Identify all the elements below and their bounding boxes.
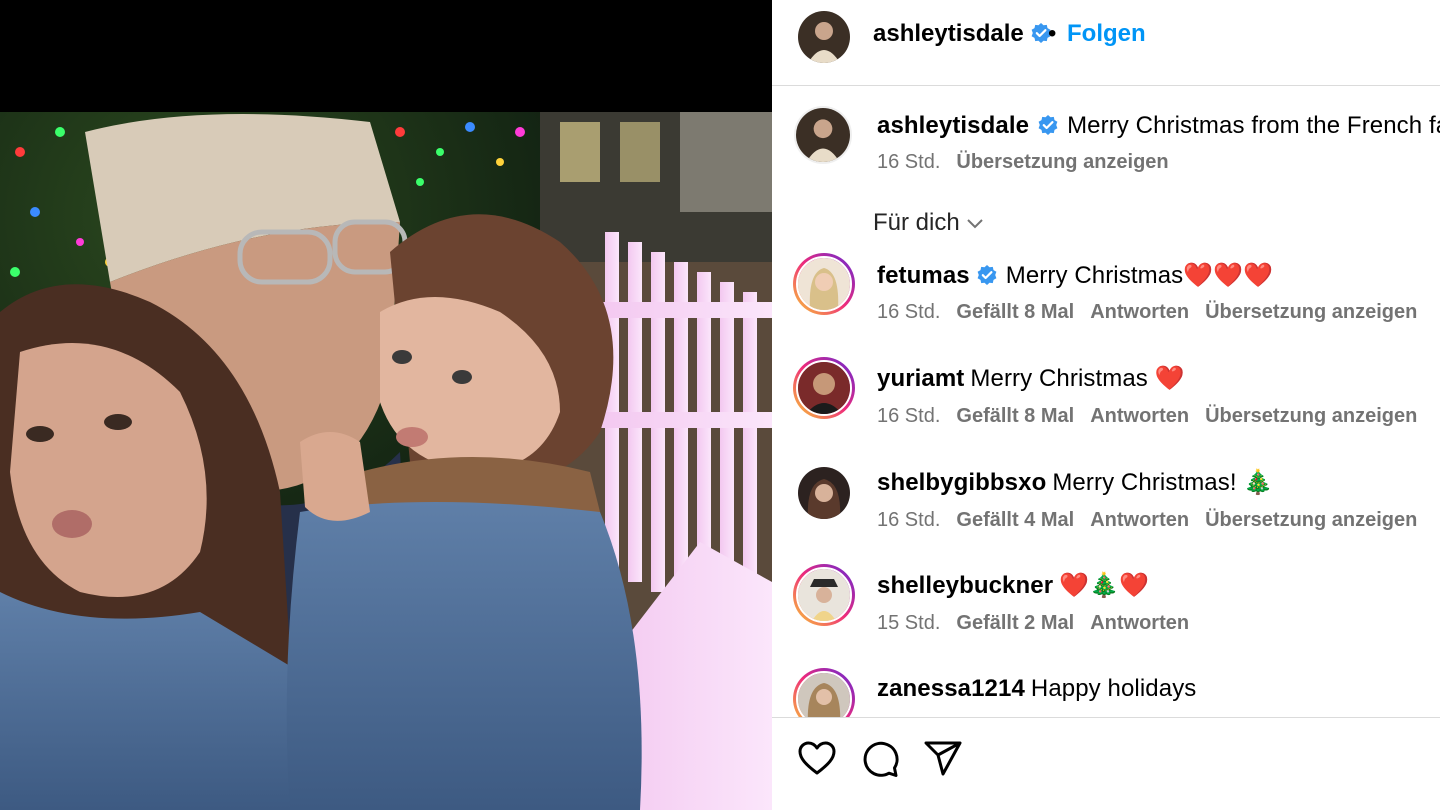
author-username[interactable]: ashleytisdale bbox=[873, 20, 1052, 48]
post-action-bar bbox=[772, 717, 1440, 810]
caption-author-avatar[interactable] bbox=[794, 106, 852, 164]
comment-icon[interactable] bbox=[860, 739, 900, 779]
comment-body: ❤️🎄❤️ bbox=[1059, 572, 1150, 599]
comment-avatar[interactable] bbox=[793, 253, 855, 315]
verified-badge-icon bbox=[1037, 114, 1059, 136]
comment-username[interactable]: shelbygibbsxo bbox=[877, 469, 1046, 496]
caption-meta: 16 Std. Übersetzung anzeigen bbox=[877, 151, 1185, 174]
comment-sort-dropdown[interactable]: Für dich bbox=[873, 209, 984, 237]
author-username-text: ashleytisdale bbox=[873, 20, 1024, 47]
comment-time: 16 Std. bbox=[877, 301, 941, 323]
author-avatar[interactable] bbox=[798, 11, 850, 63]
header-separator: • bbox=[1048, 20, 1057, 47]
comment-likes-link[interactable]: Gefällt 4 Mal bbox=[956, 509, 1074, 531]
verified-badge-icon bbox=[976, 264, 998, 286]
follow-button[interactable]: Folgen bbox=[1067, 20, 1146, 48]
caption-time: 16 Std. bbox=[877, 151, 941, 173]
post-side-panel: ashleytisdale • Folgen ashleytisdale Merr… bbox=[772, 0, 1440, 810]
comment-avatar[interactable] bbox=[793, 668, 855, 717]
comment-translate-link[interactable]: Übersetzung anzeigen bbox=[1205, 509, 1417, 531]
caption-username[interactable]: ashleytisdale bbox=[877, 112, 1029, 139]
caption-body: Merry Christmas from the French family bbox=[1067, 112, 1440, 139]
comment-text: shelleybuckner ❤️🎄❤️ bbox=[877, 571, 1149, 600]
comment-text: zanessa1214 Happy holidays bbox=[877, 675, 1196, 703]
comment-body: Happy holidays bbox=[1030, 675, 1197, 702]
comment-meta: 16 Std. Gefällt 8 Mal Antworten Übersetzung… bbox=[877, 301, 1433, 324]
comment-reply-button[interactable]: Antworten bbox=[1090, 301, 1189, 323]
chevron-down-icon bbox=[966, 209, 984, 229]
comment-avatar[interactable] bbox=[793, 564, 855, 626]
comment-translate-link[interactable]: Übersetzung anzeigen bbox=[1205, 301, 1417, 323]
comment-time: 16 Std. bbox=[877, 509, 941, 531]
comment-reply-button[interactable]: Antworten bbox=[1090, 405, 1189, 427]
comment-reply-button[interactable]: Antworten bbox=[1090, 612, 1189, 634]
post-media[interactable] bbox=[0, 0, 772, 810]
comment-translate-link[interactable]: Übersetzung anzeigen bbox=[1205, 405, 1417, 427]
heart-icon[interactable] bbox=[797, 739, 837, 779]
comment-meta: 16 Std. Gefällt 8 Mal Antworten Übersetzung… bbox=[877, 405, 1433, 428]
post-photo bbox=[0, 112, 772, 810]
comment-username[interactable]: zanessa1214 bbox=[877, 675, 1025, 702]
comment-avatar[interactable] bbox=[793, 357, 855, 419]
comment-time: 15 Std. bbox=[877, 612, 941, 634]
post-header: ashleytisdale • Folgen bbox=[772, 0, 1440, 86]
caption-translate-link[interactable]: Übersetzung anzeigen bbox=[956, 151, 1168, 173]
comment-reply-button[interactable]: Antworten bbox=[1090, 509, 1189, 531]
comment-body: Merry Christmas❤️❤️❤️ bbox=[1005, 262, 1274, 289]
comment-likes-link[interactable]: Gefällt 8 Mal bbox=[956, 405, 1074, 427]
comment-body: Merry Christmas ❤️ bbox=[970, 365, 1185, 392]
comments-scroll-area[interactable]: ashleytisdale Merry Christmas from the Fr… bbox=[772, 87, 1440, 717]
comment-likes-link[interactable]: Gefällt 2 Mal bbox=[956, 612, 1074, 634]
comment-username[interactable]: fetumas bbox=[877, 262, 970, 289]
comment-body: Merry Christmas! 🎄 bbox=[1052, 469, 1274, 496]
comment-avatar[interactable] bbox=[798, 467, 850, 519]
comment-username[interactable]: yuriamt bbox=[877, 365, 964, 392]
comment-text: shelbygibbsxo Merry Christmas! 🎄 bbox=[877, 468, 1273, 497]
comment-text: fetumas Merry Christmas❤️❤️❤️ bbox=[877, 261, 1273, 290]
comment-text: yuriamt Merry Christmas ❤️ bbox=[877, 364, 1185, 393]
share-icon[interactable] bbox=[923, 739, 963, 779]
comment-likes-link[interactable]: Gefällt 8 Mal bbox=[956, 301, 1074, 323]
caption-text: ashleytisdale Merry Christmas from the Fr… bbox=[877, 112, 1440, 140]
comment-sort-label: Für dich bbox=[873, 209, 960, 236]
comment-meta: 16 Std. Gefällt 4 Mal Antworten Übersetzung… bbox=[877, 509, 1433, 532]
comment-time: 16 Std. bbox=[877, 405, 941, 427]
comment-username[interactable]: shelleybuckner bbox=[877, 572, 1053, 599]
comment-meta: 15 Std. Gefällt 2 Mal Antworten bbox=[877, 612, 1205, 635]
